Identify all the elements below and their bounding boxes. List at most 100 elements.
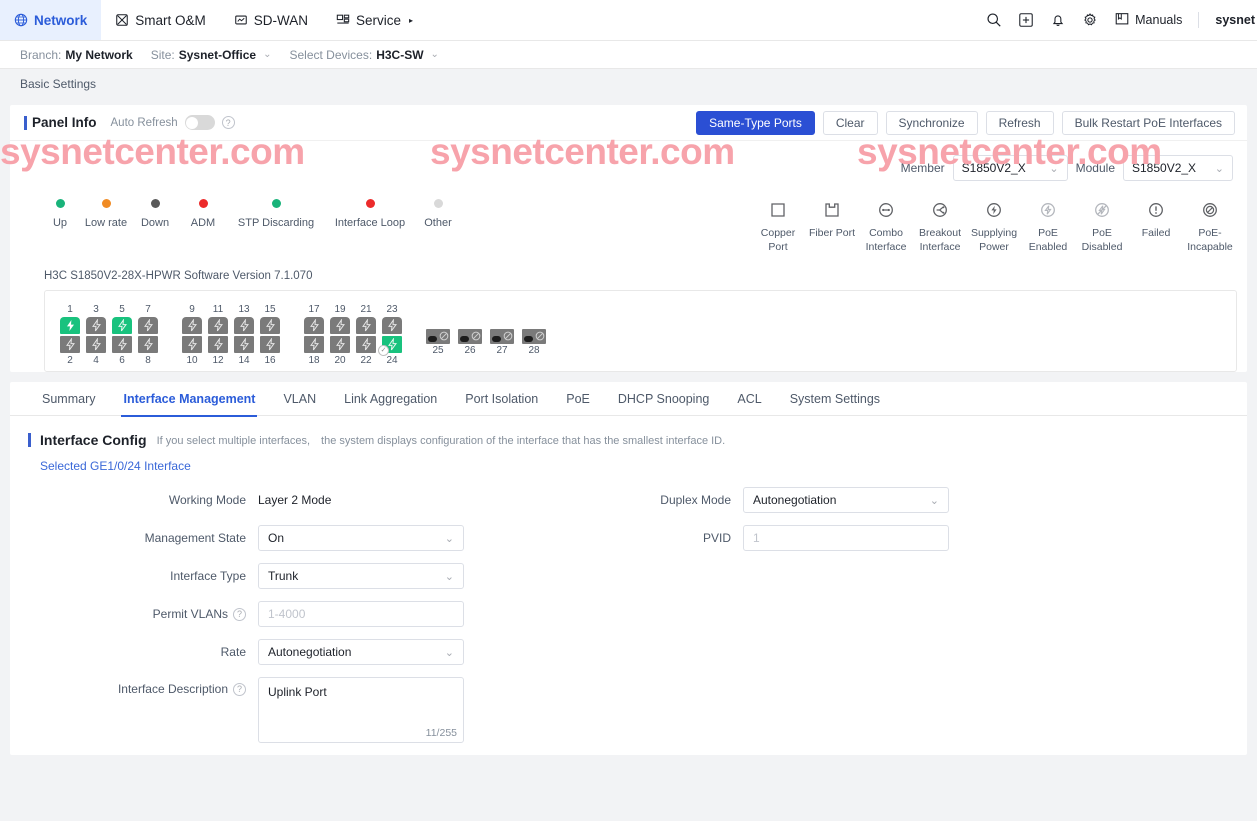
rate-label: Rate (220, 645, 246, 660)
breadcrumb-site[interactable]: Site: Sysnet-Office ⌄ (151, 48, 272, 62)
module-select[interactable]: S1850V2_X ⌄ (1123, 155, 1233, 181)
failed-icon (1145, 199, 1167, 219)
port-number: 27 (496, 345, 508, 357)
legend-status-low-rate: Low rate (80, 199, 132, 229)
port-18[interactable] (304, 336, 324, 354)
port-number: 4 (93, 355, 99, 367)
port-14[interactable] (234, 336, 254, 354)
tab-acl[interactable]: ACL (723, 382, 775, 416)
port-27[interactable] (490, 329, 514, 345)
port-26[interactable] (458, 329, 482, 345)
port-4[interactable] (86, 336, 106, 354)
member-select[interactable]: S1850V2_X ⌄ (952, 155, 1068, 181)
port-column: 23 ✓ 24 (378, 303, 403, 367)
nav-item-sd-wan[interactable]: SD-WAN (220, 0, 322, 40)
bulk-restart-poe-interfaces-button[interactable]: Bulk Restart PoE Interfaces (1061, 110, 1235, 135)
port-20[interactable] (330, 336, 350, 354)
management-state-select[interactable]: On ⌄ (258, 525, 464, 552)
tab-link-aggregation[interactable]: Link Aggregation (330, 382, 451, 416)
port-22[interactable] (356, 336, 376, 354)
permit-vlans-input[interactable]: 1-4000 (258, 601, 464, 628)
tab-port-isolation[interactable]: Port Isolation (451, 382, 552, 416)
manuals-link[interactable]: Manuals (1114, 11, 1182, 30)
nav-item-service[interactable]: Service ▸ (322, 0, 427, 40)
port-23[interactable] (382, 317, 402, 335)
same-type-ports-button[interactable]: Same-Type Ports (696, 110, 815, 135)
fiber-port-group: 25 26 27 28 (425, 303, 547, 357)
auto-refresh-toggle[interactable] (184, 115, 215, 130)
port-number: 25 (432, 345, 444, 357)
status-dot (101, 199, 111, 208)
top-navigation-bar: Network Smart O&M SD-WAN Service ▸ Manua… (0, 0, 1257, 41)
port-19[interactable] (330, 317, 350, 335)
breadcrumb-devices[interactable]: Select Devices: H3C-SW ⌄ (289, 48, 438, 62)
synchronize-button[interactable]: Synchronize (885, 110, 978, 135)
port-1[interactable] (60, 317, 80, 335)
port-6[interactable] (112, 336, 132, 354)
tab-system-settings[interactable]: System Settings (776, 382, 894, 416)
port-15[interactable] (260, 317, 280, 335)
search-icon[interactable] (986, 12, 1002, 28)
nav-item-network[interactable]: Network (0, 0, 102, 40)
port-8[interactable] (138, 336, 158, 354)
port-12[interactable] (208, 336, 228, 354)
legend-poe-disabled: PoE Disabled (1075, 199, 1129, 254)
help-icon[interactable]: ? (233, 607, 246, 621)
bell-icon[interactable] (1050, 12, 1066, 28)
port-16[interactable] (260, 336, 280, 354)
tab-vlan[interactable]: VLAN (269, 382, 330, 416)
nav-item-label: Network (34, 12, 88, 28)
interface-config-form: Working Mode Layer 2 Mode Management Sta… (28, 487, 1247, 755)
interface-type-select[interactable]: Trunk ⌄ (258, 563, 464, 590)
port-9[interactable] (182, 317, 202, 335)
rate-select[interactable]: Autonegotiation ⌄ (258, 639, 464, 666)
interface-config-section: Interface Config If you select multiple … (10, 416, 1247, 755)
interface-description-textarea[interactable]: Uplink Port 11/255 (258, 677, 464, 744)
help-icon[interactable]: ? (221, 116, 235, 129)
port-2[interactable] (60, 336, 80, 354)
port-column: 7 8 (137, 303, 159, 367)
chevron-down-icon[interactable]: ⌄ (263, 49, 271, 60)
tab-summary[interactable]: Summary (28, 382, 109, 416)
refresh-button[interactable]: Refresh (985, 110, 1054, 135)
port-5[interactable] (112, 317, 132, 335)
member-module-row: Member S1850V2_X ⌄ Module S1850V2_X ⌄ (10, 141, 1247, 181)
tab-dhcp-snooping[interactable]: DHCP Snooping (604, 382, 724, 416)
nav-item-label: SD-WAN (253, 12, 309, 28)
selected-interface-link[interactable]: Selected GE1/0/24 Interface (40, 459, 1247, 473)
site-value: Sysnet-Office (178, 47, 257, 62)
status-dot (198, 199, 208, 208)
pvid-input[interactable]: 1 (743, 525, 949, 552)
port-7[interactable] (138, 317, 158, 335)
clear-button[interactable]: Clear (822, 110, 878, 135)
port-number: 20 (334, 355, 346, 367)
top-nav-items: Network Smart O&M SD-WAN Service ▸ (0, 0, 427, 40)
title-accent-bar (24, 115, 27, 130)
port-3[interactable] (86, 317, 106, 335)
help-icon[interactable]: ? (233, 682, 246, 696)
port-group-1: 1 2 3 4 5 6 7 8 (59, 303, 159, 367)
tab-interface-management[interactable]: Interface Management (109, 382, 269, 417)
chevron-down-icon[interactable]: ⌄ (431, 49, 439, 60)
port-28[interactable] (522, 329, 546, 345)
poe-incapable-icon (439, 330, 449, 344)
port-11[interactable] (208, 317, 228, 335)
add-box-icon[interactable] (1018, 12, 1034, 28)
duplex-mode-select[interactable]: Autonegotiation ⌄ (743, 487, 949, 514)
member-label: Member (900, 161, 945, 175)
port-number: 28 (528, 345, 540, 357)
port-17[interactable] (304, 317, 324, 335)
port-column: 9 10 (181, 303, 203, 367)
port-21[interactable] (356, 317, 376, 335)
port-number: 7 (145, 304, 151, 316)
nav-item-smart-om[interactable]: Smart O&M (101, 0, 220, 40)
gear-icon[interactable] (1082, 12, 1098, 28)
port-13[interactable] (234, 317, 254, 335)
field-working-mode: Working Mode Layer 2 Mode (28, 487, 648, 513)
port-25[interactable] (426, 329, 450, 345)
legend-label: Copper Port (760, 227, 796, 254)
port-24[interactable]: ✓ (378, 336, 402, 357)
user-menu[interactable]: sysnet (1215, 13, 1257, 27)
tab-poe[interactable]: PoE (552, 382, 604, 416)
port-10[interactable] (182, 336, 202, 354)
